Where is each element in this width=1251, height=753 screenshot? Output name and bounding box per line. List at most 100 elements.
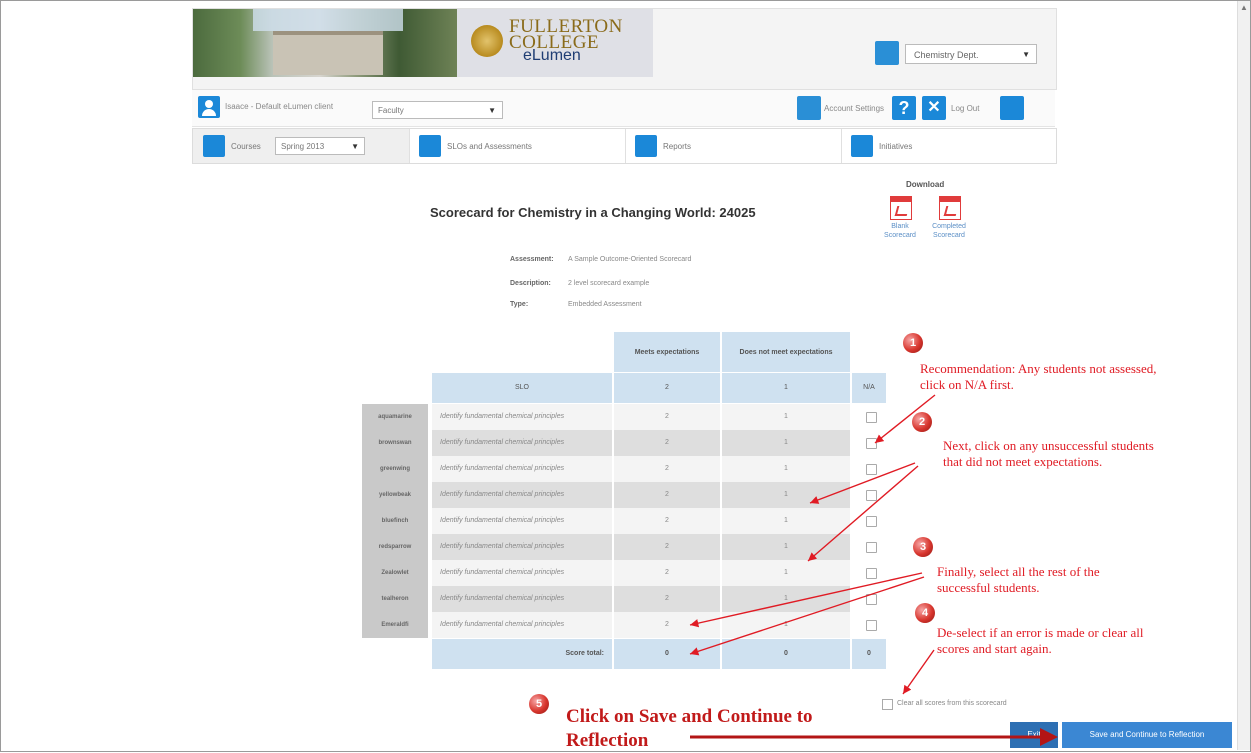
tab-courses[interactable]: Courses Spring 2013 ▼ (193, 129, 410, 163)
user-label: Isaace - Default eLumen client (225, 102, 334, 111)
meets-cell[interactable]: 2 (614, 560, 720, 586)
meets-cell[interactable]: 2 (614, 404, 720, 430)
table-row: bluefinch Identify fundamental chemical … (362, 508, 885, 534)
slo-cell: Identify fundamental chemical principles (432, 560, 612, 586)
department-select[interactable]: Chemistry Dept. ▼ (905, 44, 1037, 64)
pdf-icon[interactable] (939, 196, 961, 220)
na-checkbox[interactable] (866, 437, 877, 449)
table-row: aquamarine Identify fundamental chemical… (362, 404, 885, 430)
logout-link[interactable]: Log Out (951, 104, 979, 113)
na-checkbox[interactable] (866, 541, 877, 553)
not-meets-cell[interactable]: 1 (722, 430, 850, 456)
logout-icon[interactable]: ✕ (922, 96, 946, 120)
meets-cell[interactable]: 2 (614, 456, 720, 482)
col-not-meets-header: Does not meet expectations (722, 332, 850, 372)
college-logo: FULLERTON COLLEGE eLumen (457, 9, 653, 77)
not-meets-cell[interactable]: 1 (722, 404, 850, 430)
na-checkbox[interactable] (866, 463, 877, 475)
header-banner: FULLERTON COLLEGE eLumen Chemistry Dept. … (192, 8, 1057, 90)
not-meets-cell[interactable]: 1 (722, 508, 850, 534)
table-row: greenwing Identify fundamental chemical … (362, 456, 885, 482)
tab-initiatives-label: Initiatives (879, 142, 913, 151)
account-settings-link[interactable]: Account Settings (824, 104, 884, 113)
role-value: Faculty (378, 106, 404, 115)
college-seal-icon (471, 25, 503, 57)
save-continue-button[interactable]: Save and Continue to Reflection (1062, 722, 1232, 748)
meets-cell[interactable]: 2 (614, 508, 720, 534)
table-row: Zealowlet Identify fundamental chemical … (362, 560, 885, 586)
student-name: brownswan (362, 430, 428, 456)
student-name: tealheron (362, 586, 428, 612)
student-name: bluefinch (362, 508, 428, 534)
na-checkbox[interactable] (866, 411, 877, 423)
not-meets-score-header: 1 (722, 372, 850, 403)
print-icon[interactable] (1000, 96, 1024, 120)
help-icon[interactable]: ? (892, 96, 916, 120)
meets-cell[interactable]: 2 (614, 534, 720, 560)
department-value: Chemistry Dept. (914, 50, 979, 60)
scorecard-title: Scorecard for Chemistry in a Changing Wo… (430, 205, 756, 220)
meets-cell[interactable]: 2 (614, 482, 720, 508)
type-key: Type: (510, 301, 529, 308)
campus-photo (193, 9, 457, 77)
note-step-5: Click on Save and Continue to Reflection (566, 706, 813, 751)
role-select[interactable]: Faculty ▼ (372, 101, 503, 119)
not-meets-cell[interactable]: 1 (722, 586, 850, 612)
na-header: N/A (852, 372, 886, 403)
total-not-meets: 0 (722, 639, 850, 669)
assessment-key: Assessment: (510, 256, 554, 263)
tab-slos-label: SLOs and Assessments (447, 142, 532, 151)
blank-scorecard-link[interactable]: Blank Scorecard (880, 222, 920, 240)
logo-sub: eLumen (523, 47, 581, 64)
vertical-scrollbar[interactable]: ▲ (1237, 1, 1250, 750)
meets-cell[interactable]: 2 (614, 612, 720, 638)
student-name: Emeraldfi (362, 612, 428, 638)
tab-initiatives[interactable]: Initiatives (841, 129, 1055, 163)
slo-cell: Identify fundamental chemical principles (432, 482, 612, 508)
initiatives-icon (851, 135, 873, 157)
step-badge-2: 2 (912, 412, 932, 432)
na-checkbox[interactable] (866, 619, 877, 631)
not-meets-cell[interactable]: 1 (722, 612, 850, 638)
note-step-1: Recommendation: Any students not assesse… (920, 361, 1157, 392)
chevron-down-icon: ▼ (351, 142, 359, 151)
table-row: tealheron Identify fundamental chemical … (362, 586, 885, 612)
completed-scorecard-link[interactable]: Completed Scorecard (929, 222, 969, 240)
not-meets-cell[interactable]: 1 (722, 482, 850, 508)
not-meets-cell[interactable]: 1 (722, 560, 850, 586)
na-checkbox[interactable] (866, 489, 877, 501)
step-badge-5: 5 (529, 694, 549, 714)
description-key: Description: (510, 280, 551, 287)
not-meets-cell[interactable]: 1 (722, 534, 850, 560)
user-icon (198, 96, 220, 118)
na-checkbox[interactable] (866, 593, 877, 605)
table-row: brownswan Identify fundamental chemical … (362, 430, 885, 456)
not-meets-cell[interactable]: 1 (722, 456, 850, 482)
slo-cell: Identify fundamental chemical principles (432, 430, 612, 456)
step-badge-1: 1 (903, 333, 923, 353)
note-step-3: Finally, select all the rest of the succ… (937, 564, 1100, 595)
type-value: Embedded Assessment (568, 301, 642, 308)
student-name: Zealowlet (362, 560, 428, 586)
meets-score-header: 2 (614, 372, 720, 403)
tab-reports[interactable]: Reports (625, 129, 842, 163)
na-checkbox[interactable] (866, 515, 877, 527)
clear-scores-label[interactable]: Clear all scores from this scorecard (897, 700, 1007, 707)
chevron-down-icon: ▼ (488, 106, 496, 115)
pdf-icon[interactable] (890, 196, 912, 220)
meets-cell[interactable]: 2 (614, 586, 720, 612)
student-name: redsparrow (362, 534, 428, 560)
slo-icon (419, 135, 441, 157)
slo-cell: Identify fundamental chemical principles (432, 612, 612, 638)
exit-button[interactable]: Exit (1010, 722, 1058, 748)
tab-slos[interactable]: SLOs and Assessments (409, 129, 626, 163)
total-meets: 0 (614, 639, 720, 669)
scroll-up-icon[interactable]: ▲ (1240, 3, 1248, 12)
slo-cell: Identify fundamental chemical principles (432, 456, 612, 482)
chevron-down-icon: ▼ (1022, 50, 1030, 59)
account-settings-icon[interactable] (797, 96, 821, 120)
na-checkbox[interactable] (866, 567, 877, 579)
meets-cell[interactable]: 2 (614, 430, 720, 456)
score-total-label: Score total: (432, 639, 612, 669)
term-select[interactable]: Spring 2013 ▼ (275, 137, 365, 155)
